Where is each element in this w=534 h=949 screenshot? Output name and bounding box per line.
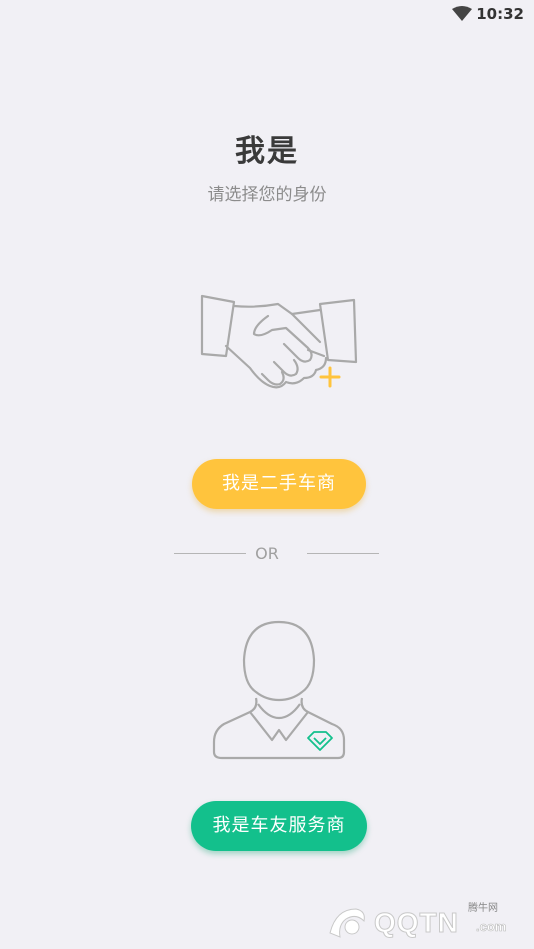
- wifi-icon: [452, 6, 472, 21]
- status-time: 10:32: [476, 5, 524, 23]
- watermark-logo-icon: [329, 908, 365, 938]
- page-title: 我是: [235, 134, 299, 169]
- or-divider: OR: [0, 544, 534, 564]
- watermark-brand: QQTN: [374, 907, 459, 939]
- or-label: OR: [255, 544, 279, 563]
- watermark-domain: .com: [476, 919, 507, 935]
- page-subtitle: 请选择您的身份: [207, 185, 327, 205]
- divider-line-right: [307, 553, 379, 554]
- status-bar: 10:32: [0, 0, 534, 30]
- person-icon: [212, 620, 346, 760]
- dealer-button[interactable]: 我是二手车商: [192, 459, 366, 509]
- service-provider-button[interactable]: 我是车友服务商: [191, 801, 367, 851]
- watermark: 腾牛网 QQTN .com: [326, 903, 526, 943]
- watermark-tag: 腾牛网: [468, 903, 498, 914]
- handshake-icon: [200, 294, 358, 389]
